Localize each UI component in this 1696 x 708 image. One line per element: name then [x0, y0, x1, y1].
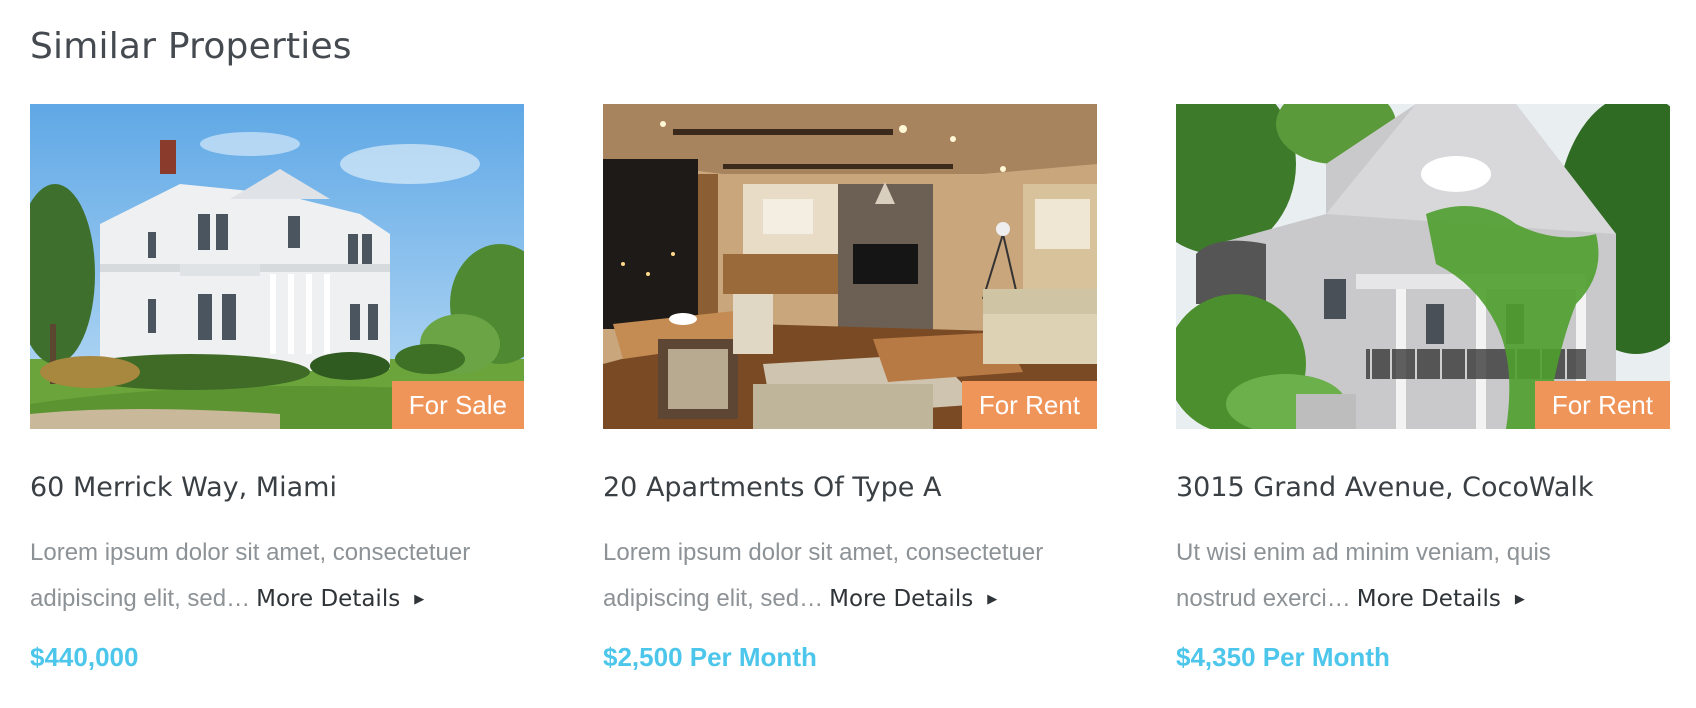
excerpt-line: adipiscing elit, sed… More Details ▶	[603, 576, 1097, 623]
excerpt-line: Lorem ipsum dolor sit amet, consectetuer	[603, 539, 1044, 566]
property-excerpt: Lorem ipsum dolor sit amet, consectetuer…	[603, 530, 1097, 623]
property-excerpt: Ut wisi enim ad minim veniam, quis nostr…	[1176, 530, 1670, 623]
listing-status-badge: For Rent	[961, 381, 1097, 429]
property-card: For Rent 20 Apartments Of Type A Lorem i…	[603, 104, 1097, 694]
excerpt-line: Lorem ipsum dolor sit amet, consectetuer	[30, 539, 471, 566]
excerpt-line: nostrud exerci… More Details ▶	[1176, 576, 1670, 623]
excerpt-text: adipiscing elit, sed…	[30, 585, 251, 612]
more-details-link[interactable]: More Details ▶	[256, 586, 424, 612]
caret-right-icon: ▶	[1514, 591, 1525, 607]
excerpt-text: adipiscing elit, sed…	[603, 585, 824, 612]
section-title: Similar Properties	[30, 26, 352, 67]
property-list: For Sale 60 Merrick Way, Miami Lorem ips…	[30, 104, 1670, 694]
listing-status-badge: For Sale	[391, 381, 524, 429]
property-excerpt: Lorem ipsum dolor sit amet, consectetuer…	[30, 530, 524, 623]
property-title-link[interactable]: 20 Apartments Of Type A	[603, 472, 941, 503]
excerpt-text: nostrud exerci…	[1176, 585, 1351, 612]
property-title-link[interactable]: 3015 Grand Avenue, CocoWalk	[1176, 472, 1594, 503]
property-price: $4,350 Per Month	[1176, 642, 1390, 672]
property-photo-link[interactable]: For Rent	[1176, 104, 1670, 429]
property-card: For Sale 60 Merrick Way, Miami Lorem ips…	[30, 104, 524, 694]
more-details-label: More Details	[1356, 586, 1501, 612]
more-details-link[interactable]: More Details ▶	[829, 586, 997, 612]
property-price: $2,500 Per Month	[603, 642, 817, 672]
property-title-link[interactable]: 60 Merrick Way, Miami	[30, 472, 337, 503]
excerpt-line: adipiscing elit, sed… More Details ▶	[30, 576, 524, 623]
caret-right-icon: ▶	[414, 591, 425, 607]
listing-status-badge: For Rent	[1534, 381, 1670, 429]
caret-right-icon: ▶	[987, 591, 998, 607]
property-price: $440,000	[30, 642, 139, 672]
more-details-label: More Details	[829, 586, 974, 612]
excerpt-line: Ut wisi enim ad minim veniam, quis	[1176, 539, 1551, 566]
more-details-label: More Details	[256, 586, 401, 612]
more-details-link[interactable]: More Details ▶	[1357, 586, 1525, 612]
property-photo-link[interactable]: For Sale	[30, 104, 524, 429]
property-photo-link[interactable]: For Rent	[603, 104, 1097, 429]
property-card: For Rent 3015 Grand Avenue, CocoWalk Ut …	[1176, 104, 1670, 694]
